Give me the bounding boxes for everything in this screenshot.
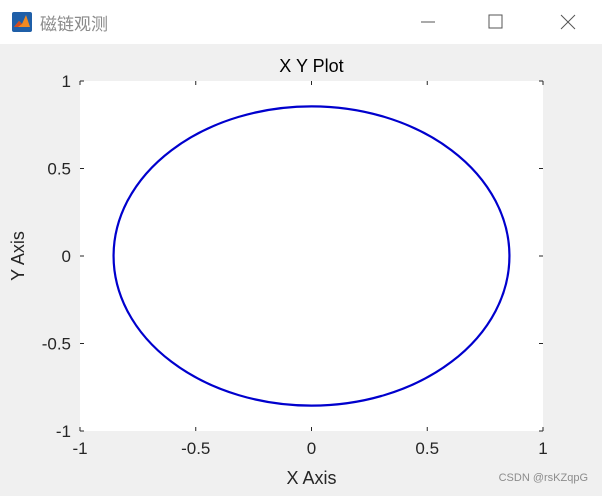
- y-axis-label: Y Axis: [8, 231, 28, 281]
- figure-area: -1 -0.5 0 0.5 1 1 0.5 0 -0.5 -1 X Y Plot X Axis Y…: [0, 44, 602, 496]
- y-tick-label: -1: [56, 422, 71, 441]
- chart-title: X Y Plot: [279, 56, 343, 76]
- x-tick-label: 0.5: [415, 439, 439, 458]
- xy-plot: -1 -0.5 0 0.5 1 1 0.5 0 -0.5 -1 X Y Plot X Axis Y…: [8, 56, 548, 488]
- x-tick-label: -1: [72, 439, 87, 458]
- window-titlebar: 磁链观测: [0, 0, 602, 44]
- axes-background: [80, 81, 543, 431]
- y-tick-label: 0: [62, 247, 71, 266]
- y-tick-label: 0.5: [47, 160, 71, 179]
- y-tick-label: -0.5: [42, 335, 71, 354]
- x-axis-label: X Axis: [286, 468, 336, 488]
- minimize-button[interactable]: [405, 0, 451, 44]
- y-tick-label: 1: [62, 72, 71, 91]
- x-tick-label: 0: [307, 439, 316, 458]
- close-icon: [560, 14, 576, 30]
- matlab-icon: [12, 12, 32, 32]
- x-tick-label: -0.5: [181, 439, 210, 458]
- maximize-icon: [488, 14, 503, 29]
- window-title: 磁链观测: [40, 15, 108, 35]
- x-tick-label: 1: [538, 439, 547, 458]
- watermark: CSDN @rsKZqpG: [498, 472, 588, 484]
- minimize-icon: [421, 21, 435, 23]
- maximize-button[interactable]: [472, 0, 518, 44]
- close-button[interactable]: [546, 0, 592, 44]
